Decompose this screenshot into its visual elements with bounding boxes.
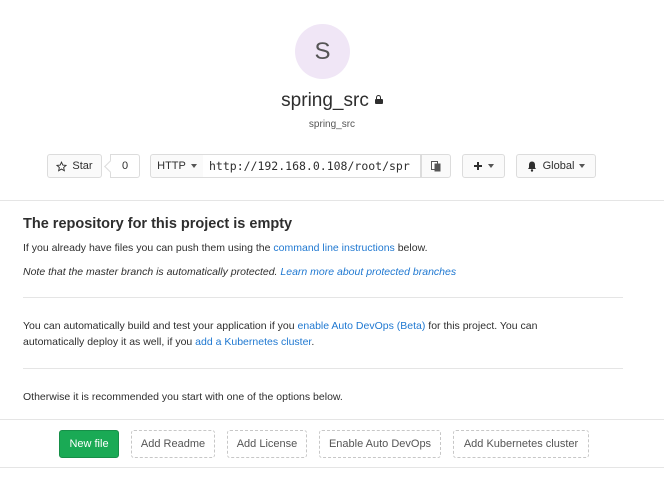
options-text: Otherwise it is recommended you start wi… bbox=[23, 391, 343, 403]
star-icon bbox=[56, 160, 68, 172]
lock-icon bbox=[374, 95, 383, 104]
project-title: spring_src bbox=[0, 90, 664, 112]
star-label: Star bbox=[72, 160, 93, 172]
push-text-before: If you already have files you can push t… bbox=[23, 242, 274, 254]
push-text-after: below. bbox=[394, 242, 428, 254]
protected-note-text: Note that the master branch is automatic… bbox=[23, 266, 281, 278]
empty-repo-heading: The repository for this project is empty bbox=[23, 216, 293, 232]
notification-dropdown[interactable]: Global bbox=[516, 154, 596, 178]
plus-icon bbox=[474, 162, 482, 170]
chevron-down-icon bbox=[488, 164, 494, 168]
project-subtitle: spring_src bbox=[308, 119, 356, 130]
clone-protocol-dropdown[interactable]: HTTP bbox=[150, 154, 204, 178]
new-item-dropdown[interactable] bbox=[462, 154, 505, 178]
clone-url-input[interactable] bbox=[203, 154, 421, 178]
divider bbox=[23, 297, 623, 298]
protected-branch-note: Note that the master branch is automatic… bbox=[23, 264, 456, 280]
star-count[interactable]: 0 bbox=[110, 154, 140, 178]
bell-icon bbox=[527, 161, 536, 172]
protocol-label: HTTP bbox=[157, 160, 186, 172]
chevron-down-icon bbox=[579, 164, 586, 168]
notification-label: Global bbox=[542, 160, 575, 172]
star-button[interactable]: Star bbox=[47, 154, 102, 178]
protected-branches-link[interactable]: Learn more about protected branches bbox=[280, 266, 456, 278]
project-avatar: S bbox=[295, 24, 350, 79]
copy-url-button[interactable] bbox=[421, 154, 451, 178]
add-readme-button[interactable]: Add Readme bbox=[131, 430, 215, 458]
devops-text-middle: for this project. You can bbox=[425, 320, 538, 332]
section-divider bbox=[0, 419, 664, 420]
enable-auto-devops-link[interactable]: enable Auto DevOps (Beta) bbox=[298, 320, 426, 332]
divider bbox=[23, 368, 623, 369]
devops-text-line2: automatically deploy it as well, if you bbox=[23, 336, 196, 348]
command-line-instructions-link[interactable]: command line instructions bbox=[273, 242, 394, 254]
add-license-button[interactable]: Add License bbox=[227, 430, 307, 458]
project-name: spring_src bbox=[281, 90, 369, 111]
auto-devops-text: You can automatically build and test you… bbox=[23, 318, 537, 350]
new-file-button[interactable]: New file bbox=[59, 430, 119, 458]
section-divider bbox=[0, 200, 664, 201]
section-divider bbox=[0, 467, 664, 468]
push-instructions-text: If you already have files you can push t… bbox=[23, 240, 428, 256]
enable-auto-devops-button[interactable]: Enable Auto DevOps bbox=[319, 430, 441, 458]
devops-text-end: . bbox=[311, 336, 315, 348]
clipboard-icon bbox=[430, 161, 440, 172]
add-kubernetes-link[interactable]: add a Kubernetes cluster bbox=[195, 336, 311, 348]
avatar-letter: S bbox=[314, 37, 331, 65]
devops-text-before: You can automatically build and test you… bbox=[23, 320, 298, 332]
chevron-down-icon bbox=[190, 164, 197, 168]
add-kubernetes-cluster-button[interactable]: Add Kubernetes cluster bbox=[453, 430, 589, 458]
